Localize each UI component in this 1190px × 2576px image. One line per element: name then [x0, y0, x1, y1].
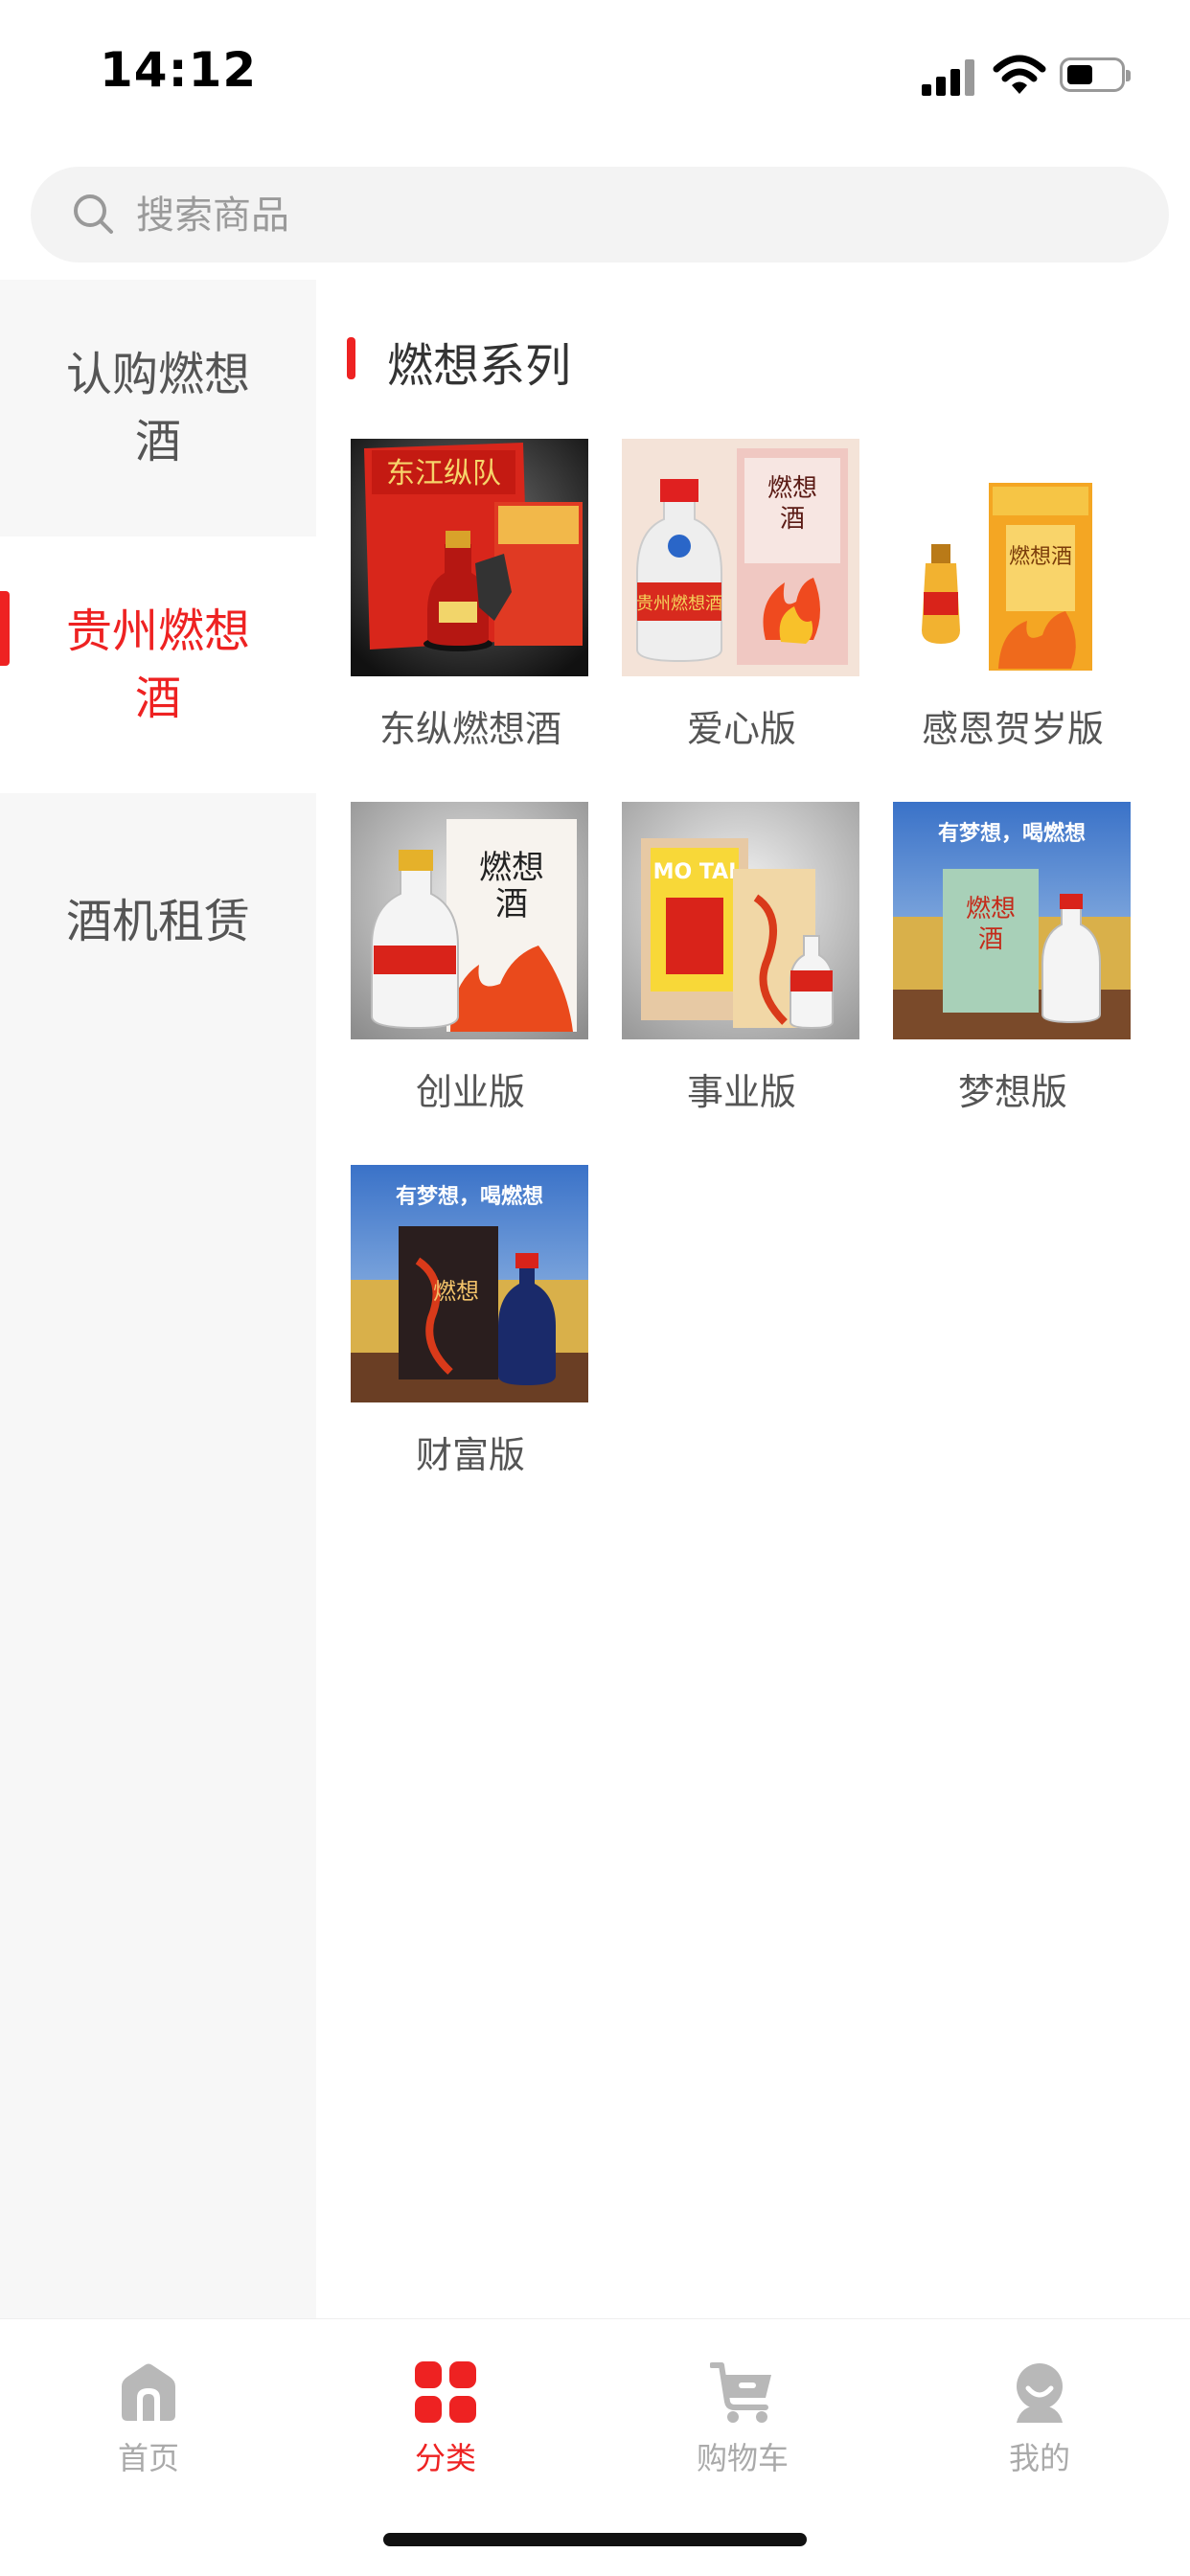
sidebar-item-label: 酒机租赁 [65, 895, 250, 948]
search-icon [74, 194, 113, 234]
category-content: 燃想系列 东江纵队 东纵燃想酒 燃想 酒 贵州燃想酒 爱心版 燃想酒 感恩贺岁版… [316, 280, 1190, 2318]
product-name: 创业版 [415, 1071, 525, 1113]
svg-text:燃想: 燃想 [433, 1278, 479, 1305]
category-grid-icon [415, 2361, 476, 2423]
svg-text:有梦想，喝燃想: 有梦想，喝燃想 [938, 821, 1086, 846]
sidebar-active-indicator [0, 591, 10, 666]
sidebar-item-guizhou[interactable]: 贵州燃想酒 [0, 536, 316, 793]
product-image: 有梦想，喝燃想 燃想 酒 [893, 802, 1131, 1039]
svg-text:MO TAI: MO TAI [653, 860, 737, 884]
svg-text:燃想酒: 燃想酒 [1009, 545, 1072, 569]
sidebar-item-subscribe[interactable]: 认购燃想酒 [0, 280, 316, 536]
tab-profile[interactable]: 我的 [944, 2342, 1135, 2486]
sidebar-item-rental[interactable]: 酒机租赁 [0, 793, 316, 1050]
status-time: 14:12 [100, 42, 258, 98]
profile-icon [1017, 2363, 1063, 2423]
product-name: 事业版 [686, 1071, 796, 1113]
sidebar-item-label: 贵州燃想酒 [65, 604, 250, 725]
tab-label: 分类 [414, 2440, 476, 2476]
cart-icon [710, 2362, 771, 2423]
search-input[interactable] [134, 186, 1096, 245]
product-name: 财富版 [415, 1434, 525, 1476]
product-image: 燃想酒 [893, 439, 1131, 676]
section-title: 燃想系列 [387, 339, 572, 393]
svg-text:有梦想，喝燃想: 有梦想，喝燃想 [396, 1184, 543, 1209]
product-image: MO TAI [622, 802, 859, 1039]
product-image: 有梦想，喝燃想 燃想 [351, 1165, 588, 1402]
svg-text:酒: 酒 [495, 885, 528, 923]
svg-text:酒: 酒 [978, 925, 1003, 954]
sidebar-item-label: 认购燃想酒 [65, 348, 250, 468]
product-name: 感恩贺岁版 [921, 708, 1104, 750]
wifi-icon [993, 55, 1046, 94]
product-name: 东纵燃想酒 [378, 708, 561, 750]
product-image: 燃想 酒 贵州燃想酒 [622, 439, 859, 676]
search-bar[interactable] [31, 167, 1169, 262]
product-name: 爱心版 [686, 708, 796, 750]
home-icon [122, 2363, 175, 2421]
svg-text:燃想: 燃想 [767, 474, 817, 503]
battery-icon [1060, 57, 1131, 92]
svg-text:东江纵队: 东江纵队 [386, 457, 501, 490]
tab-category[interactable]: 分类 [350, 2342, 541, 2486]
tab-label: 购物车 [696, 2440, 789, 2476]
section-marker [347, 337, 355, 379]
svg-text:贵州燃想酒: 贵州燃想酒 [636, 594, 722, 614]
tab-home[interactable]: 首页 [53, 2342, 244, 2486]
status-bar: 14:12 [0, 0, 1190, 153]
svg-text:燃想: 燃想 [966, 895, 1016, 923]
svg-text:酒: 酒 [780, 505, 805, 534]
product-image: 燃想 酒 [351, 802, 588, 1039]
tab-cart[interactable]: 购物车 [647, 2342, 838, 2486]
category-sidebar: 认购燃想酒 贵州燃想酒 酒机租赁 [0, 280, 316, 2318]
svg-text:燃想: 燃想 [479, 849, 544, 887]
tab-label: 首页 [117, 2440, 179, 2476]
cellular-signal-icon [922, 57, 977, 96]
product-image: 东江纵队 [351, 439, 588, 676]
home-indicator[interactable] [383, 2533, 807, 2546]
product-name: 梦想版 [957, 1071, 1067, 1113]
tab-label: 我的 [1008, 2440, 1070, 2476]
